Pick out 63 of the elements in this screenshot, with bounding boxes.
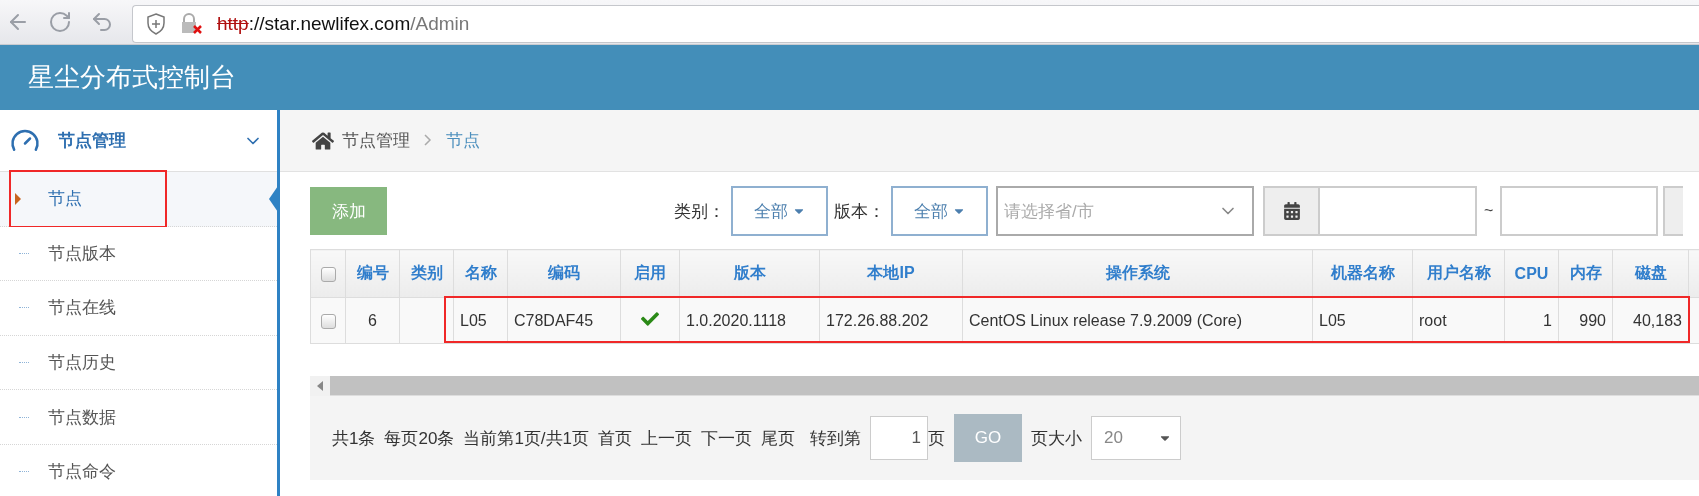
column-header[interactable]: 名称 (453, 249, 508, 298)
table-cell: 1.0.2020.1118 (679, 297, 820, 344)
select-all-checkbox[interactable] (320, 266, 336, 282)
undo-icon[interactable] (90, 10, 114, 34)
menu-item[interactable]: 节点数据 (0, 390, 277, 445)
menu-item[interactable]: 节点在线 (0, 281, 277, 336)
horizontal-scrollbar[interactable] (310, 376, 1699, 396)
pager-info: 每页20条 (384, 427, 455, 450)
page-field[interactable]: 1 (870, 416, 929, 460)
filter-label: 类别： (674, 200, 725, 223)
breadcrumb-link[interactable]: 节点 (446, 129, 480, 152)
page-size-select[interactable]: 20 (1091, 416, 1182, 460)
column-header[interactable]: 磁盘 (1612, 249, 1689, 298)
pager-info: 共1条 (332, 427, 376, 450)
scroll-left-icon[interactable] (316, 381, 324, 391)
menu-item[interactable]: 节点历史 (0, 335, 277, 391)
app-title: 星尘分布式控制台 (28, 61, 236, 94)
start-date-field[interactable] (1320, 186, 1477, 236)
region-select[interactable]: 请选择省/市 (996, 186, 1254, 236)
menu-item[interactable]: 节点版本 (0, 226, 277, 282)
menu-group-label: 节点管理 (58, 130, 127, 152)
column-header[interactable]: 内存 (1558, 249, 1613, 298)
table-cell: C78DAF45 (507, 297, 621, 344)
pager-link[interactable]: 首页 (598, 426, 633, 450)
column-header[interactable]: 本地IP (819, 249, 963, 298)
column-header[interactable]: 机器名称 (1312, 249, 1413, 298)
end-date-field[interactable] (1500, 186, 1659, 236)
table-cell: 6 (345, 297, 400, 344)
range-separator: ~ (1484, 202, 1494, 220)
pager-link[interactable]: 下一页 (701, 426, 753, 450)
filter-dropdown[interactable]: 全部 (891, 186, 988, 236)
url-text: http://star.newlifex.com/Admin (217, 13, 470, 35)
column-header[interactable]: 编号 (345, 249, 400, 298)
table-cell: 172.26.88.202 (819, 297, 963, 344)
page-size-label: 页大小 (1031, 427, 1083, 450)
column-header[interactable]: 版本 (679, 249, 820, 298)
shield-icon (147, 13, 165, 35)
filter-label: 版本： (834, 200, 885, 223)
menu-item[interactable]: 节点 (0, 172, 277, 227)
home-icon[interactable] (312, 129, 334, 152)
pager-info: 当前第1页/共1页 (463, 427, 590, 450)
row-checkbox[interactable] (320, 313, 336, 329)
pager-link[interactable]: 尾页 (761, 426, 796, 450)
toolbar-button[interactable] (1663, 186, 1684, 236)
column-header[interactable]: 类别 (399, 249, 454, 298)
filter-dropdown[interactable]: 全部 (731, 186, 828, 236)
table-cell: CentOS Linux release 7.9.2009 (Core) (962, 297, 1313, 344)
column-header[interactable]: 启用 (620, 249, 680, 298)
add-button[interactable]: 添加 (310, 187, 387, 235)
go-button[interactable]: GO (954, 414, 1023, 462)
lock-warning-icon (179, 13, 203, 35)
breadcrumb-link[interactable]: 节点管理 (342, 129, 410, 152)
calendar-icon[interactable] (1263, 186, 1320, 236)
reload-icon[interactable] (48, 10, 72, 34)
column-header[interactable]: 用户名称 (1412, 249, 1505, 298)
active-marker-icon (15, 192, 21, 205)
column-header[interactable]: 操作系统 (962, 249, 1313, 298)
page-suffix: 页 (928, 427, 946, 450)
pager-link[interactable]: 上一页 (641, 426, 693, 450)
column-header[interactable]: CPU (1504, 249, 1559, 298)
goto-label: 转到第 (810, 427, 862, 450)
column-header[interactable]: 编码 (507, 249, 621, 298)
address-bar[interactable]: http://star.newlifex.com/Admin (132, 5, 1699, 43)
